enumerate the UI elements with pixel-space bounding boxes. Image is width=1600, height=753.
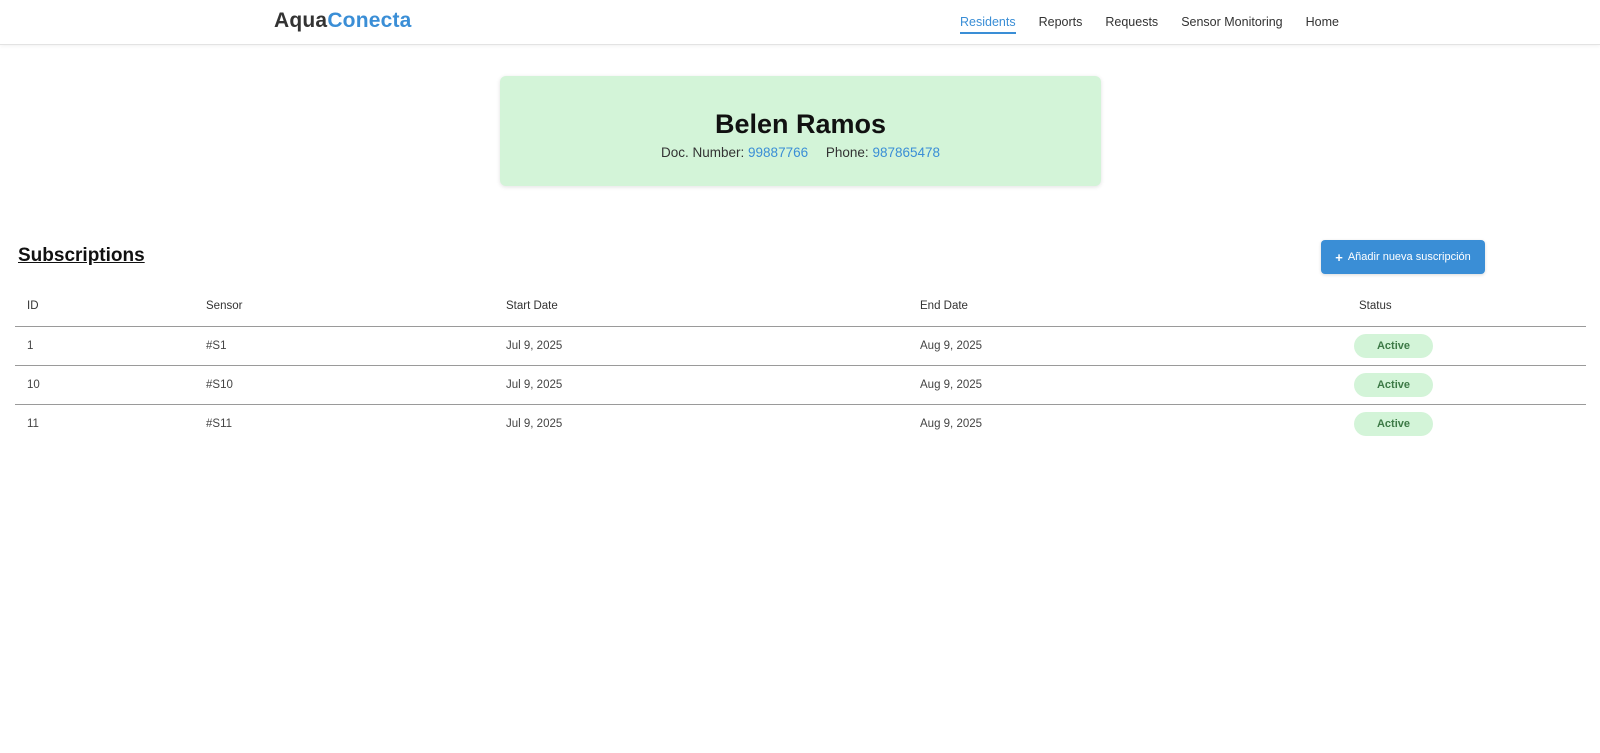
- table-row[interactable]: 11 #S11 Jul 9, 2025 Aug 9, 2025 Active: [15, 404, 1586, 443]
- resident-meta: Doc. Number: 99887766 Phone: 987865478: [500, 145, 1101, 160]
- add-subscription-button[interactable]: + Añadir nueva suscripción: [1321, 240, 1485, 274]
- cell-end-date: Aug 9, 2025: [920, 417, 983, 430]
- cell-start-date: Jul 9, 2025: [494, 365, 908, 405]
- cell-sensor: #S1: [194, 326, 494, 366]
- top-navbar: AquaConecta Residents Reports Requests S…: [0, 0, 1600, 45]
- column-header-end-date: End Date: [908, 287, 1347, 327]
- cell-start-date: Jul 9, 2025: [494, 326, 908, 366]
- cell-start-date: Jul 9, 2025: [506, 417, 563, 430]
- brand-name-part2: Conecta: [327, 9, 412, 32]
- cell-id: 10: [15, 365, 194, 405]
- cell-status: Active: [1347, 326, 1586, 366]
- brand-logo[interactable]: AquaConecta: [274, 9, 412, 33]
- nav-link-residents[interactable]: Residents: [960, 12, 1016, 34]
- column-header-start-date: Start Date: [494, 287, 908, 327]
- status-badge: Active: [1354, 411, 1433, 436]
- cell-sensor: #S10: [194, 365, 494, 405]
- table-row[interactable]: 10 #S10 Jul 9, 2025 Aug 9, 2025 Active: [15, 365, 1586, 405]
- cell-status: Active: [1347, 365, 1586, 405]
- plus-icon: +: [1335, 249, 1343, 265]
- column-header-id: ID: [15, 287, 194, 327]
- doc-number-value: 99887766: [748, 145, 809, 160]
- nav-link-sensor-monitoring[interactable]: Sensor Monitoring: [1181, 12, 1282, 34]
- status-badge: Active: [1354, 333, 1433, 358]
- cell-id: 11: [27, 417, 39, 430]
- resident-name: Belen Ramos: [714, 109, 887, 139]
- cell-status: Active: [1347, 404, 1586, 443]
- add-subscription-label: Añadir nueva suscripción: [1347, 251, 1471, 263]
- nav-link-reports[interactable]: Reports: [1039, 12, 1083, 34]
- brand-name-part1: Aqua: [274, 9, 328, 32]
- doc-number-label: Doc. Number:: [660, 145, 745, 160]
- column-header-status: Status: [1347, 287, 1586, 327]
- phone-value: 987865478: [872, 145, 941, 160]
- nav-link-requests[interactable]: Requests: [1105, 12, 1158, 34]
- resident-card: Belen Ramos Doc. Number: 99887766 Phone:…: [500, 76, 1101, 186]
- cell-end-date: Aug 9, 2025: [908, 365, 1347, 405]
- table-header-row: ID Sensor Start Date End Date Status: [15, 287, 1586, 327]
- status-badge: Active: [1354, 372, 1433, 397]
- nav-links: Residents Reports Requests Sensor Monito…: [960, 0, 1362, 45]
- phone-label: Phone:: [825, 145, 869, 160]
- subscriptions-table: ID Sensor Start Date End Date Status 1 #…: [15, 287, 1586, 443]
- subscriptions-title: Subscriptions: [18, 245, 145, 266]
- nav-link-home[interactable]: Home: [1306, 12, 1339, 34]
- cell-sensor: #S11: [206, 417, 233, 430]
- table-row[interactable]: 1 #S1 Jul 9, 2025 Aug 9, 2025 Active: [15, 326, 1586, 366]
- cell-id: 1: [15, 326, 194, 366]
- column-header-sensor: Sensor: [194, 287, 494, 327]
- cell-end-date: Aug 9, 2025: [908, 326, 1347, 366]
